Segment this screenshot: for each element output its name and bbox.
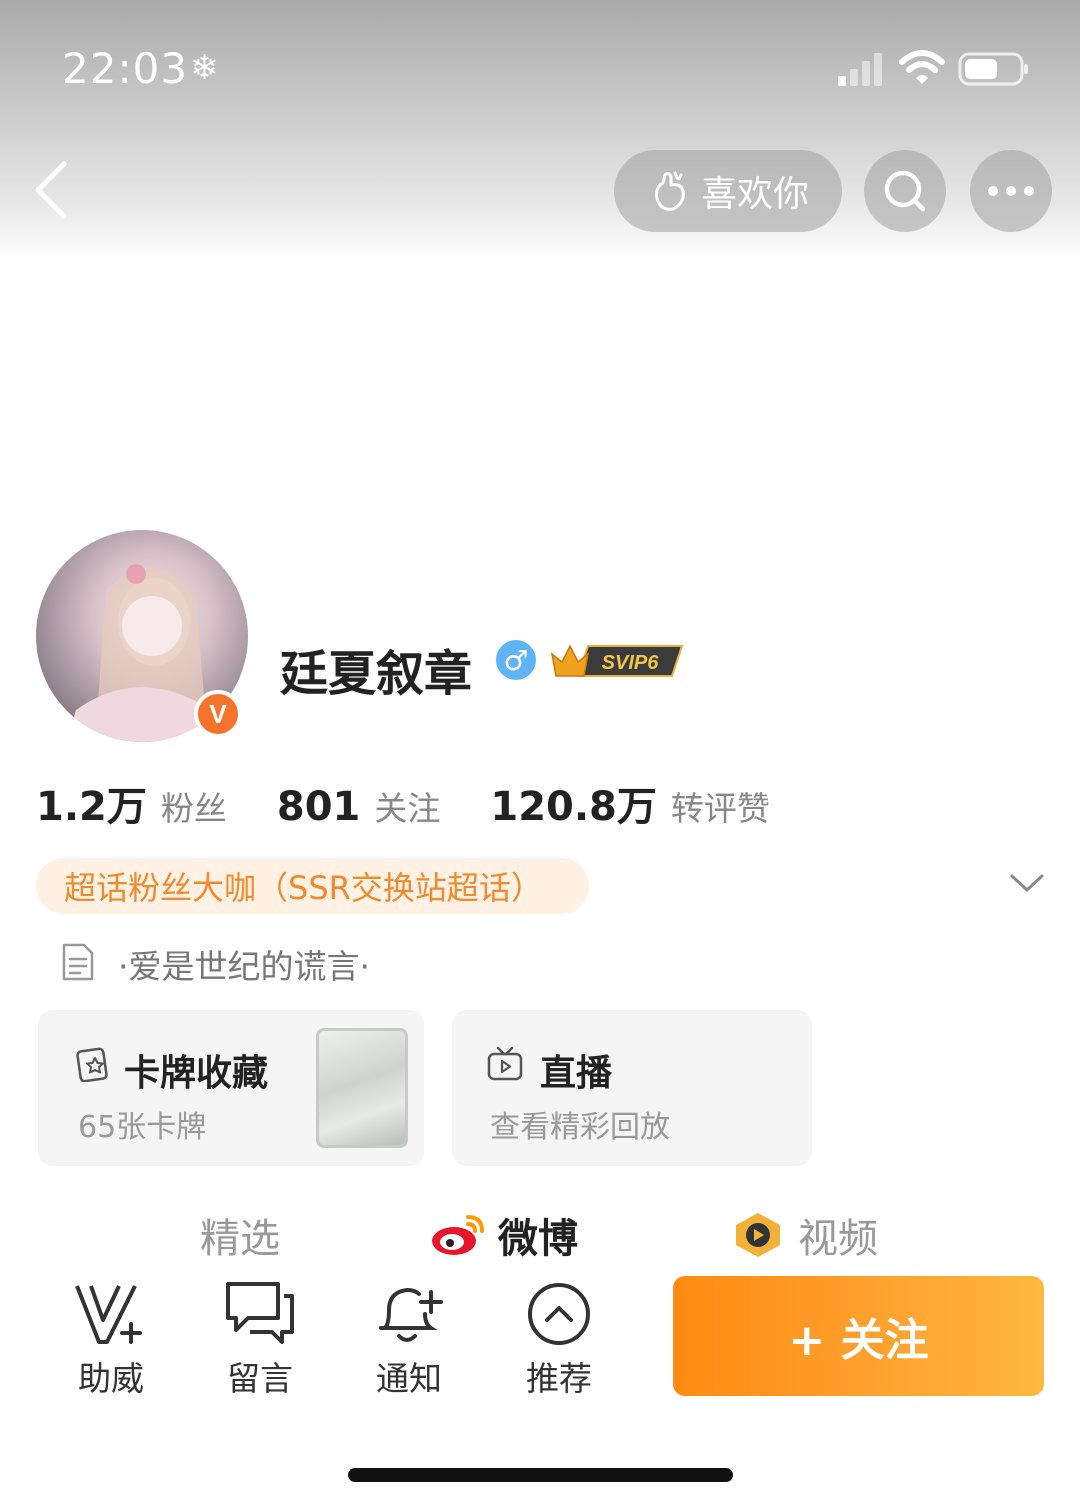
tab-featured[interactable]: 精选 [200, 1206, 280, 1264]
cheer-button[interactable]: 助威 [56, 1280, 166, 1400]
card-collection-count: 65张卡牌 [78, 1110, 207, 1145]
card-collection-tile[interactable]: 卡牌收藏 65张卡牌 [38, 1010, 424, 1166]
following-stat[interactable]: 801 关注 [277, 782, 441, 830]
svip-badge[interactable]: SVIP6 [548, 638, 686, 682]
notify-button[interactable]: 通知 [354, 1280, 464, 1400]
battery-icon [958, 52, 1028, 86]
profile-name: 廷夏叙章 [280, 646, 473, 702]
following-count: 801 [276, 784, 361, 830]
tab-featured-label: 精选 [200, 1216, 280, 1262]
live-subtitle: 查看精彩回放 [490, 1110, 670, 1145]
profile-stats: 1.2万 粉丝 801 关注 120.8万 转评赞 [36, 774, 820, 832]
recommend-button[interactable]: 推荐 [504, 1280, 614, 1400]
svip-label: SVIP6 [602, 652, 660, 674]
video-channel-icon [736, 1213, 780, 1257]
cheer-icon [75, 1285, 142, 1344]
search-icon [884, 170, 926, 212]
live-tv-icon [487, 1046, 523, 1081]
message-label: 留言 [227, 1359, 293, 1398]
tab-weibo-label: 微博 [498, 1216, 578, 1262]
message-button[interactable]: 留言 [205, 1280, 315, 1400]
chevron-up-circle-icon [528, 1283, 590, 1345]
profile-bio: ·爱是世纪的谎言· [118, 947, 370, 986]
notify-label: 通知 [376, 1359, 442, 1398]
bell-plus-icon [379, 1287, 443, 1342]
followers-stat[interactable]: 1.2万 粉丝 [36, 774, 227, 832]
live-title: 直播 [540, 1053, 613, 1094]
interactions-stat[interactable]: 120.8万 转评赞 [490, 774, 770, 832]
recommend-label: 推荐 [526, 1359, 592, 1398]
message-icon [226, 1282, 294, 1344]
wifi-icon [899, 50, 945, 84]
interactions-label: 转评赞 [670, 789, 770, 828]
like-you-label: 喜欢你 [700, 174, 809, 215]
cheer-label: 助威 [78, 1359, 144, 1398]
more-icon [988, 186, 1034, 196]
tab-weibo[interactable]: 微博 [430, 1206, 578, 1264]
male-gender-icon: ♂ [496, 640, 536, 680]
home-indicator[interactable] [348, 1468, 733, 1482]
like-you-button[interactable]: 喜欢你 [614, 150, 842, 232]
card-collection-icon [76, 1047, 108, 1082]
verified-badge: V [194, 690, 242, 738]
cellular-signal-icon [838, 53, 882, 86]
snowflake-icon: ❄ [190, 48, 219, 88]
more-options-button[interactable] [970, 150, 1052, 232]
tab-video-label: 视频 [798, 1216, 878, 1262]
following-label: 关注 [374, 789, 441, 828]
interactions-count: 120.8万 [490, 784, 657, 830]
followers-count: 1.2万 [36, 784, 147, 830]
weibo-logo-icon [432, 1215, 484, 1255]
card-thumbnail [316, 1028, 408, 1148]
back-button[interactable] [28, 158, 78, 222]
finger-heart-icon [655, 171, 685, 211]
followers-label: 粉丝 [160, 789, 227, 828]
chevron-down-icon[interactable] [1008, 868, 1046, 898]
super-topic-fan-tag[interactable]: 超话粉丝大咖（SSR交换站超话） [36, 858, 589, 914]
follow-button[interactable]: + 关注 [673, 1276, 1044, 1396]
status-time: 22:03 [62, 44, 189, 93]
tab-video[interactable]: 视频 [730, 1206, 878, 1264]
card-collection-title: 卡牌收藏 [124, 1053, 269, 1094]
document-icon [62, 943, 94, 981]
live-tile[interactable]: 直播 查看精彩回放 [452, 1010, 812, 1166]
search-button[interactable] [864, 150, 946, 232]
